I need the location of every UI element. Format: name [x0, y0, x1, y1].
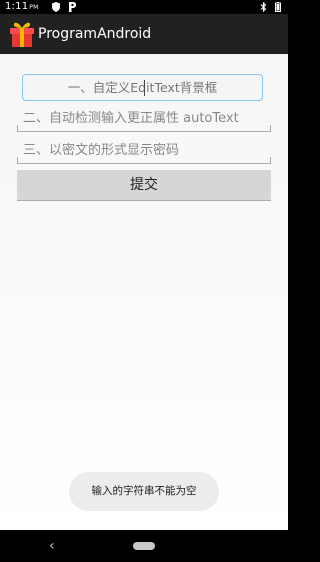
autotext-field[interactable]: 二、自动检测输入更正属性 autoText: [17, 108, 271, 132]
bluetooth-icon: [260, 2, 267, 12]
shield-icon: [52, 2, 60, 12]
status-bar: 1:11PM: [0, 0, 288, 14]
status-time: 1:11PM: [5, 0, 38, 15]
home-pill-icon[interactable]: [133, 542, 155, 550]
custom-edittext-field[interactable]: 一、自定义EditText背景框: [22, 74, 263, 101]
app-title: ProgramAndroid: [38, 26, 152, 42]
p-letter-icon: [69, 2, 76, 12]
custom-edittext-placeholder: 一、自定义EditText背景框: [67, 80, 218, 95]
app-bar: ProgramAndroid: [0, 14, 288, 54]
password-placeholder: 三、以密文的形式显示密码: [23, 143, 180, 158]
password-field[interactable]: 三、以密文的形式显示密码: [17, 140, 271, 164]
status-time-value: 1:11: [5, 1, 29, 12]
toast-message: 输入的字符串不能为空: [69, 472, 219, 511]
gift-icon: [10, 22, 34, 47]
text-cursor: [144, 80, 145, 96]
back-chevron-icon[interactable]: ‹: [49, 537, 55, 555]
navigation-bar: ‹: [0, 530, 288, 562]
status-time-ampm: PM: [29, 4, 39, 11]
main-content: 一、自定义EditText背景框 二、自动检测输入更正属性 autoText 三…: [0, 54, 288, 530]
submit-button[interactable]: 提交: [17, 170, 271, 201]
autotext-placeholder: 二、自动检测输入更正属性 autoText: [23, 111, 239, 126]
battery-icon: [275, 2, 281, 12]
